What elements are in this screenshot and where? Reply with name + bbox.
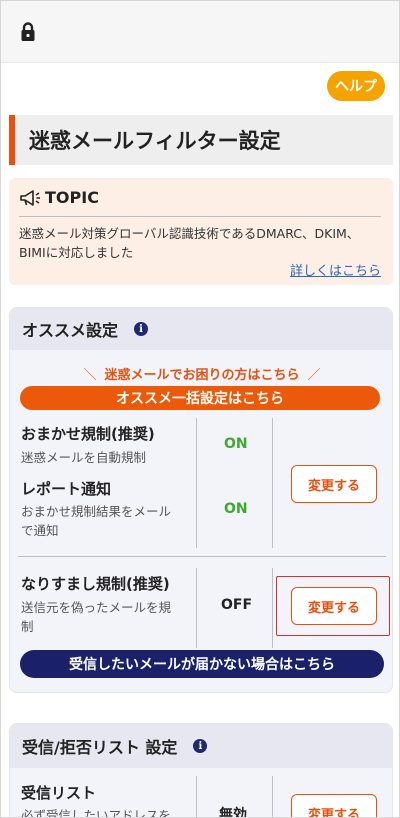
status-bar [1, 1, 399, 63]
not-received-button[interactable]: 受信したいメールが届かない場合はこちら [20, 650, 384, 678]
spoofing-desc-line2: 制 [21, 619, 34, 634]
recommended-settings-card: オススメ設定 i ＼ 迷惑メールでお困りの方はこちら／ オススメ一括設定はこちら … [9, 307, 393, 693]
lock-icon [21, 22, 35, 41]
column-divider [196, 776, 197, 817]
change-button[interactable]: 変更する [291, 465, 377, 503]
app-screen: ヘルプ 迷惑メールフィルター設定 TOPIC 迷惑メール対策グローバル認識技術で… [0, 0, 400, 818]
megaphone-icon [20, 189, 40, 206]
omakase-desc: 迷惑メールを自動規制 [21, 450, 147, 465]
recommended-settings-title: オススメ設定 [22, 321, 119, 340]
info-icon[interactable]: i [193, 739, 208, 753]
list-settings-card: 受信/拒否リスト 設定 i 受信リスト 必ず受信したいアドレスを 無効 変更する [9, 723, 393, 818]
promo-text: ＼ 迷惑メールでお困りの方はこちら ／ [10, 364, 394, 383]
promo-slash-right: ／ [307, 368, 321, 383]
list-change-button[interactable]: 変更する [291, 794, 377, 817]
topic-box: TOPIC 迷惑メール対策グローバル認識技術であるDMARC、DKIM、BIMI… [9, 178, 393, 285]
spoofing-title: なりすまし規制(推奨) [21, 575, 170, 593]
list-settings-title: 受信/拒否リスト 設定 [22, 738, 178, 757]
recommended-settings-header: オススメ設定 i [10, 308, 392, 350]
topic-heading: TOPIC [45, 188, 99, 207]
column-divider [272, 776, 273, 817]
list-settings-header: 受信/拒否リスト 設定 i [10, 724, 392, 768]
spoofing-status: OFF [221, 597, 253, 613]
help-button[interactable]: ヘルプ [327, 71, 385, 101]
row-divider [18, 556, 386, 557]
receive-list-status: 無効 [219, 807, 247, 818]
promo-caption: 迷惑メールでお困りの方はこちら [104, 368, 300, 383]
topic-header: TOPIC [19, 188, 99, 207]
report-desc-line2: で通知 [21, 523, 59, 538]
omakase-status: ON [224, 436, 248, 452]
topic-details-link[interactable]: 詳しくはこちら [290, 260, 381, 279]
column-divider [272, 568, 273, 648]
spoofing-desc: 送信元を偽ったメールを規 制 [21, 598, 171, 636]
bulk-settings-button[interactable]: オススメ一括設定はこちら [20, 386, 380, 410]
receive-list-title: 受信リスト [21, 784, 97, 802]
column-divider [196, 418, 197, 548]
spoofing-change-button[interactable]: 変更する [291, 587, 377, 625]
topic-text: 迷惑メール対策グローバル認識技術であるDMARC、DKIM、BIMIに対応しまし… [19, 226, 360, 260]
info-icon[interactable]: i [134, 322, 149, 336]
promo-slash-left: ＼ [83, 368, 97, 383]
page-title: 迷惑メールフィルター設定 [9, 115, 393, 165]
omakase-title: おまかせ規制(推奨) [21, 425, 155, 443]
report-desc: おまかせ規制結果をメール で通知 [21, 502, 171, 540]
column-divider [196, 568, 197, 648]
receive-list-desc: 必ず受信したいアドレスを [21, 808, 172, 818]
topic-divider [19, 216, 381, 217]
report-desc-line1: おまかせ規制結果をメール [21, 504, 172, 519]
column-divider [272, 418, 273, 548]
report-status: ON [224, 501, 248, 517]
report-title: レポート通知 [21, 480, 112, 498]
spoofing-desc-line1: 送信元を偽ったメールを規 [21, 600, 172, 615]
